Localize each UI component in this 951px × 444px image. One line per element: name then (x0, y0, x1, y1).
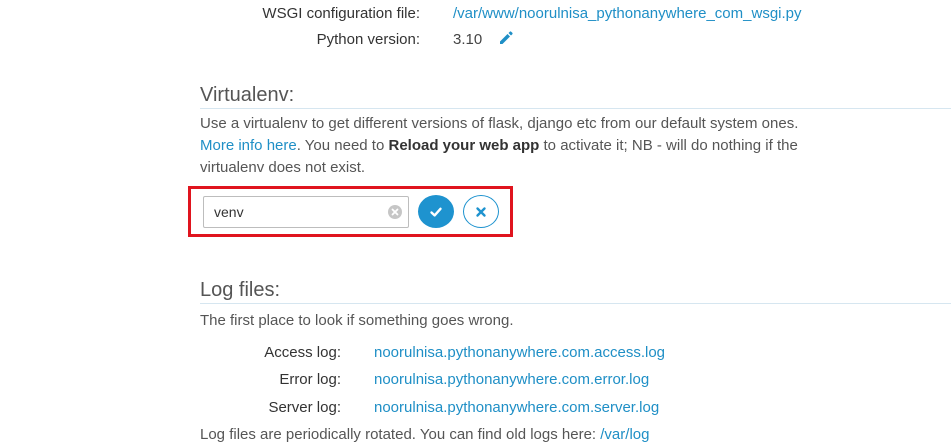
server-log-label: Server log: (268, 399, 341, 416)
web-app-config-page: WSGI configuration file: /var/www/noorul… (0, 0, 951, 444)
virtualenv-section-title: Virtualenv: (200, 84, 295, 106)
error-log-link[interactable]: noorulnisa.pythonanywhere.com.error.log (374, 370, 649, 390)
old-logs-link[interactable]: /var/log (600, 426, 649, 443)
access-log-label: Access log: (264, 344, 341, 361)
log-files-divider (200, 303, 951, 304)
confirm-virtualenv-button[interactable] (418, 195, 454, 228)
virtualenv-description: Use a virtualenv to get different versio… (200, 113, 810, 179)
log-files-section-title: Log files: (200, 279, 281, 301)
virtualenv-desc-text-1: Use a virtualenv to get different versio… (200, 115, 799, 132)
log-rotation-note: Log files are periodically rotated. You … (200, 425, 649, 444)
virtualenv-path-input[interactable] (204, 197, 394, 227)
wsgi-config-label: WSGI configuration file: (262, 5, 420, 22)
close-icon (476, 206, 486, 217)
wsgi-config-link[interactable]: /var/www/noorulnisa_pythonanywhere_com_w… (453, 4, 802, 24)
virtualenv-input-container (203, 196, 409, 228)
reload-web-app-text: Reload your web app (388, 137, 540, 154)
check-icon (430, 207, 442, 217)
log-files-intro: The first place to look if something goe… (200, 312, 514, 329)
log-rotation-text: Log files are periodically rotated. You … (200, 426, 597, 443)
more-info-link[interactable]: More info here (200, 137, 297, 154)
cancel-virtualenv-button[interactable] (463, 195, 499, 228)
pencil-icon[interactable] (498, 30, 514, 46)
virtualenv-divider (200, 108, 951, 109)
python-version-label: Python version: (316, 31, 420, 48)
clear-circle-icon[interactable] (388, 205, 402, 219)
access-log-link[interactable]: noorulnisa.pythonanywhere.com.access.log (374, 343, 665, 363)
virtualenv-desc-text-2: . You need to (296, 137, 385, 154)
server-log-link[interactable]: noorulnisa.pythonanywhere.com.server.log (374, 398, 659, 418)
python-version-value: 3.10 (453, 31, 483, 48)
error-log-label: Error log: (279, 371, 341, 388)
